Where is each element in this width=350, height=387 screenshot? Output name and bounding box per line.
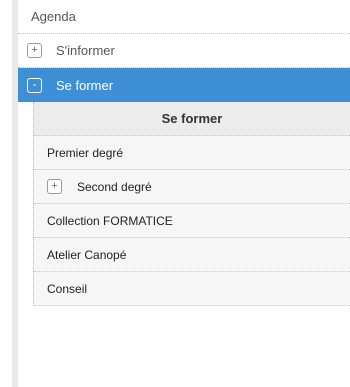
menu-item-agenda[interactable]: Agenda	[18, 0, 350, 34]
submenu-item-label: Atelier Canopé	[47, 247, 127, 262]
submenu-item-label: Collection FORMATICE	[47, 213, 173, 228]
submenu-item-atelier-canope[interactable]: Atelier Canopé	[34, 238, 350, 272]
menu-item-sinformer[interactable]: + S'informer	[18, 34, 350, 68]
side-menu: Agenda + S'informer - Se former Se forme…	[18, 0, 350, 387]
submenu-item-label: Conseil	[47, 281, 88, 296]
submenu-title: Se former	[34, 102, 350, 136]
menu-item-label: Agenda	[31, 9, 76, 24]
expand-icon[interactable]: +	[47, 179, 62, 194]
submenu-item-conseil[interactable]: Conseil	[34, 272, 350, 306]
submenu-item-label: Second degré	[77, 179, 152, 194]
collapse-icon[interactable]: -	[27, 77, 42, 93]
menu-item-se-former[interactable]: - Se former	[18, 68, 350, 102]
menu-item-label: S'informer	[56, 43, 115, 58]
submenu-item-collection-formatice[interactable]: Collection FORMATICE	[34, 204, 350, 238]
submenu-item-label: Premier degré	[47, 145, 124, 160]
submenu-item-premier-degre[interactable]: Premier degré	[34, 136, 350, 170]
submenu-item-second-degre[interactable]: + Second degré	[34, 170, 350, 204]
submenu-se-former: Se former Premier degré + Second degré C…	[33, 102, 350, 306]
menu-item-label: Se former	[56, 77, 114, 93]
expand-icon[interactable]: +	[27, 43, 42, 58]
